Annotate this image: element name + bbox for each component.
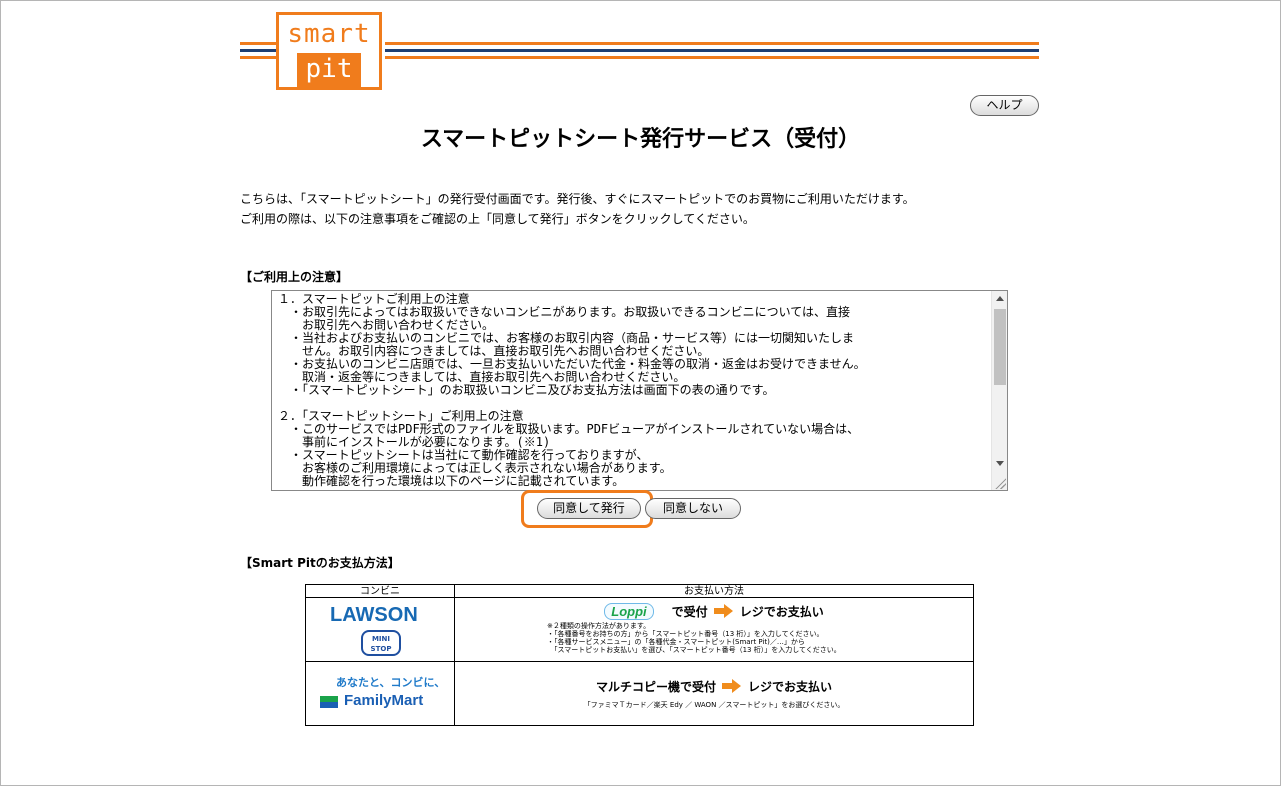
- header-stripe-dark-right: [385, 49, 1039, 52]
- header-stripe-orange-left-2: [240, 56, 276, 59]
- logo-text-smart: smart: [287, 19, 371, 49]
- intro-line-1: こちらは、「スマートピットシート」の発行受付画面です。発行後、すぐにスマートピッ…: [240, 192, 915, 206]
- scroll-thumb[interactable]: [994, 309, 1006, 385]
- payment-heading: 【Smart Pitのお支払方法】: [240, 556, 400, 570]
- method-steps: マルチコピー機で受付 レジでお支払い: [455, 678, 973, 695]
- arrow-right-icon: [713, 604, 734, 618]
- table-row: LAWSON MINI STOP Loppi で受付 レジでお支払い ※２種類の操作…: [305, 597, 974, 662]
- terms-scrollbar[interactable]: [991, 291, 1007, 490]
- store-cell-lawson: LAWSON MINI STOP: [305, 597, 455, 662]
- intro-line-2: ご利用の際は、以下の注意事項をご確認の上「同意して発行」ボタンをクリックしてくだ…: [240, 212, 755, 226]
- header-stripe-orange-left: [240, 42, 276, 45]
- help-button[interactable]: ヘルプ: [970, 95, 1039, 116]
- header-stripe-orange-right-2: [385, 56, 1039, 59]
- method-steps: Loppi で受付 レジでお支払い: [455, 603, 973, 620]
- step2-text: レジでお支払い: [748, 680, 833, 694]
- step1-text: で受付: [671, 605, 708, 619]
- terms-text: １．スマートピットご利用上の注意 ・お取引先によってはお取扱いできないコンビニが…: [278, 292, 866, 488]
- agree-and-issue-button[interactable]: 同意して発行: [537, 498, 641, 519]
- notes-heading: 【ご利用上の注意】: [240, 270, 349, 284]
- scroll-up-arrow-icon[interactable]: [996, 296, 1004, 301]
- resize-grip-icon[interactable]: [994, 477, 1006, 489]
- ministop-logo: MINI STOP: [361, 630, 401, 656]
- smartpit-logo: smart pit: [276, 12, 382, 90]
- store-cell-familymart: あなたと、コンビに、 FamilyMart: [305, 661, 455, 726]
- scroll-down-arrow-icon[interactable]: [996, 461, 1004, 466]
- col-method-header: お支払い方法: [454, 584, 974, 598]
- familymart-instructions: 「ファミマＴカード／楽天 Edy ／ WAON ／スマートピット」をお選びくださ…: [583, 701, 845, 709]
- loppi-logo: Loppi: [604, 603, 654, 620]
- familymart-logo: FamilyMart: [344, 692, 424, 709]
- terms-textarea[interactable]: １．スマートピットご利用上の注意 ・お取引先によってはお取扱いできないコンビニが…: [271, 290, 1008, 491]
- familymart-tagline: あなたと、コンビに、: [336, 676, 446, 689]
- header-stripe-dark-left: [240, 49, 276, 52]
- arrow-right-icon: [722, 679, 742, 693]
- disagree-button[interactable]: 同意しない: [645, 498, 741, 519]
- step2-text: レジでお支払い: [739, 605, 824, 619]
- header-stripe-orange-right: [385, 42, 1039, 45]
- familymart-stripes-icon: [320, 696, 338, 708]
- payment-table: コンビニ お支払い方法 LAWSON MINI STOP Loppi で受付 レジで…: [305, 584, 974, 726]
- intro-text: こちらは、「スマートピットシート」の発行受付画面です。発行後、すぐにスマートピッ…: [240, 189, 915, 229]
- table-row: あなたと、コンビに、 FamilyMart マルチコピー機で受付 レジでお支払い …: [305, 661, 974, 726]
- step1-text: マルチコピー機で受付: [595, 680, 716, 694]
- lawson-logo: LAWSON: [330, 604, 418, 626]
- col-store-header: コンビニ: [305, 584, 455, 598]
- method-cell-lawson: Loppi で受付 レジでお支払い ※２種類の操作方法があります。 ・「各種番号をお…: [454, 597, 974, 662]
- payment-table-header: コンビニ お支払い方法: [305, 584, 974, 598]
- logo-text-pit: pit: [297, 53, 361, 87]
- lawson-instructions: ※２種類の操作方法があります。 ・「各種番号をお持ちの方」から「スマートピット番…: [547, 622, 841, 654]
- method-cell-familymart: マルチコピー機で受付 レジでお支払い 「ファミマＴカード／楽天 Edy ／ WAO…: [454, 661, 974, 726]
- page-title: スマートピットシート発行サービス（受付）: [420, 127, 861, 152]
